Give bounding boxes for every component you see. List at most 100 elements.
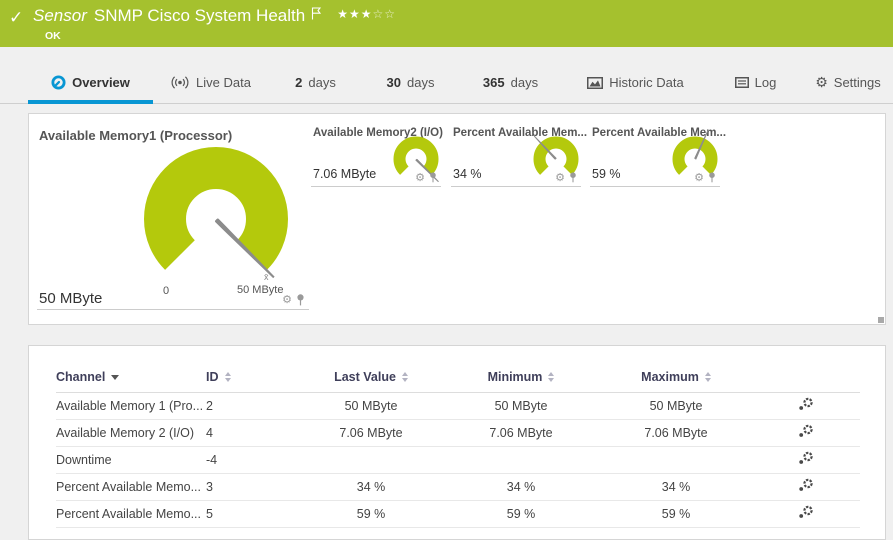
channel-id: 4	[206, 419, 301, 446]
table-row[interactable]: Available Memory 2 (I/O) 4 7.06 MByte 7.…	[56, 419, 860, 446]
table-header-row: Channel ID Last Value Minimum Maximum	[56, 362, 860, 392]
channel-maximum: 34 %	[601, 473, 751, 500]
tab-bar: Overview Live Data 2 days 30 days 365 da…	[0, 62, 893, 104]
stars-filled: ★★★	[337, 7, 372, 21]
table-row[interactable]: Percent Available Memo... 5 59 % 59 % 59…	[56, 500, 860, 527]
channel-maximum: 50 MByte	[601, 392, 751, 419]
tab-label: Log	[755, 75, 777, 90]
sort-icon	[548, 372, 554, 382]
pin-icon[interactable]	[569, 172, 577, 183]
gauge-value: 50 MByte	[39, 290, 102, 307]
column-header-maximum[interactable]: Maximum	[601, 362, 751, 392]
channel-name: Available Memory 1 (Pro...	[56, 392, 206, 419]
column-header-channel[interactable]: Channel	[56, 362, 206, 392]
tab-live-data[interactable]: Live Data	[153, 62, 268, 103]
tab-settings[interactable]: ⚙ Settings	[803, 62, 893, 103]
channel-settings-button[interactable]	[798, 505, 814, 519]
gauge-arc	[366, 114, 466, 204]
channel-last-value	[301, 446, 441, 473]
tab-30-days[interactable]: 30 days	[363, 62, 458, 103]
gauge-card-available-memory2[interactable]: Available Memory2 (I/O) 7.06 MByte ⚙	[311, 123, 441, 187]
sort-desc-icon	[111, 375, 119, 380]
column-header-minimum[interactable]: Minimum	[441, 362, 601, 392]
channel-maximum: 59 %	[601, 500, 751, 527]
column-header-actions	[751, 362, 860, 392]
log-icon	[735, 77, 749, 88]
sensor-title: SNMP Cisco System Health	[94, 6, 305, 26]
tab-label: Overview	[72, 75, 130, 90]
gauge-card-available-memory1[interactable]: Available Memory1 (Processor) x̄ 0 50 MB…	[37, 122, 309, 310]
pin-icon[interactable]	[429, 172, 437, 183]
channel-id: -4	[206, 446, 301, 473]
tab-label: days	[407, 75, 434, 90]
gauge-icon	[51, 75, 66, 90]
sort-icon	[705, 372, 711, 382]
channel-id: 2	[206, 392, 301, 419]
average-marker: x̄	[264, 272, 269, 282]
gauge-settings-gear-icon[interactable]: ⚙	[555, 173, 565, 183]
sort-icon	[402, 372, 408, 382]
status-ok-check-icon: ✓	[9, 8, 23, 28]
gauge-card-percent-available-memory-1[interactable]: Percent Available Mem... 34 % ⚙	[451, 123, 581, 187]
panel-resize-handle[interactable]	[878, 317, 884, 323]
channel-name: Available Memory 2 (I/O)	[56, 419, 206, 446]
status-badge: OK	[45, 30, 61, 42]
tab-overview[interactable]: Overview	[28, 62, 153, 103]
channels-table: Channel ID Last Value Minimum Maximum Av…	[56, 362, 860, 528]
tab-label: Historic Data	[609, 75, 683, 90]
object-kind-label: Sensor	[33, 6, 87, 26]
tab-label: Settings	[834, 75, 881, 90]
table-row[interactable]: Downtime -4	[56, 446, 860, 473]
channel-name: Percent Available Memo...	[56, 473, 206, 500]
channel-minimum: 7.06 MByte	[441, 419, 601, 446]
gauge-scale-min: 0	[163, 285, 169, 297]
tab-historic-data[interactable]: Historic Data	[563, 62, 708, 103]
channel-maximum	[601, 446, 751, 473]
priority-stars[interactable]: ★★★☆☆	[337, 7, 396, 21]
gauges-panel: Available Memory1 (Processor) x̄ 0 50 MB…	[28, 113, 886, 325]
channel-last-value: 50 MByte	[301, 392, 441, 419]
stars-empty: ☆☆	[372, 7, 396, 21]
prtg-sensor-page: ✓ Sensor SNMP Cisco System Health ★★★☆☆ …	[0, 0, 893, 104]
channel-id: 3	[206, 473, 301, 500]
gauge-settings-gear-icon[interactable]: ⚙	[694, 173, 704, 183]
channel-id: 5	[206, 500, 301, 527]
channel-maximum: 7.06 MByte	[601, 419, 751, 446]
gauge-settings-gear-icon[interactable]: ⚙	[415, 173, 425, 183]
tab-label: days	[511, 75, 538, 90]
column-header-last-value[interactable]: Last Value	[301, 362, 441, 392]
broadcast-icon	[170, 76, 190, 89]
channel-minimum	[441, 446, 601, 473]
tab-2-days[interactable]: 2 days	[268, 62, 363, 103]
channel-name: Downtime	[56, 446, 206, 473]
pin-icon[interactable]	[708, 172, 716, 183]
chart-icon	[587, 77, 603, 89]
tab-log[interactable]: Log	[708, 62, 803, 103]
channel-settings-button[interactable]	[798, 397, 814, 411]
sensor-header: ✓ Sensor SNMP Cisco System Health ★★★☆☆ …	[0, 0, 893, 47]
sort-icon	[225, 372, 231, 382]
table-row[interactable]: Percent Available Memo... 3 34 % 34 % 34…	[56, 473, 860, 500]
channel-settings-button[interactable]	[798, 451, 814, 465]
gauge-scale-max: 50 MByte	[237, 284, 283, 296]
gauge-settings-gear-icon[interactable]: ⚙	[282, 295, 292, 305]
column-header-id[interactable]: ID	[206, 362, 301, 392]
channel-settings-button[interactable]	[798, 478, 814, 492]
flag-icon[interactable]	[311, 7, 321, 20]
channels-panel: Channel ID Last Value Minimum Maximum Av…	[28, 345, 886, 540]
channel-minimum: 50 MByte	[441, 392, 601, 419]
channel-last-value: 59 %	[301, 500, 441, 527]
channel-minimum: 34 %	[441, 473, 601, 500]
channel-name: Percent Available Memo...	[56, 500, 206, 527]
channel-settings-button[interactable]	[798, 424, 814, 438]
table-row[interactable]: Available Memory 1 (Pro... 2 50 MByte 50…	[56, 392, 860, 419]
pin-icon[interactable]	[296, 294, 305, 306]
tab-365-days[interactable]: 365 days	[458, 62, 563, 103]
channel-last-value: 34 %	[301, 473, 441, 500]
gauge-card-percent-available-memory-2[interactable]: Percent Available Mem... 59 % ⚙	[590, 123, 720, 187]
channel-last-value: 7.06 MByte	[301, 419, 441, 446]
tab-label: days	[308, 75, 335, 90]
gauge-title: Available Memory1 (Processor)	[39, 128, 232, 143]
tab-label: Live Data	[196, 75, 251, 90]
gear-icon: ⚙	[815, 75, 828, 91]
